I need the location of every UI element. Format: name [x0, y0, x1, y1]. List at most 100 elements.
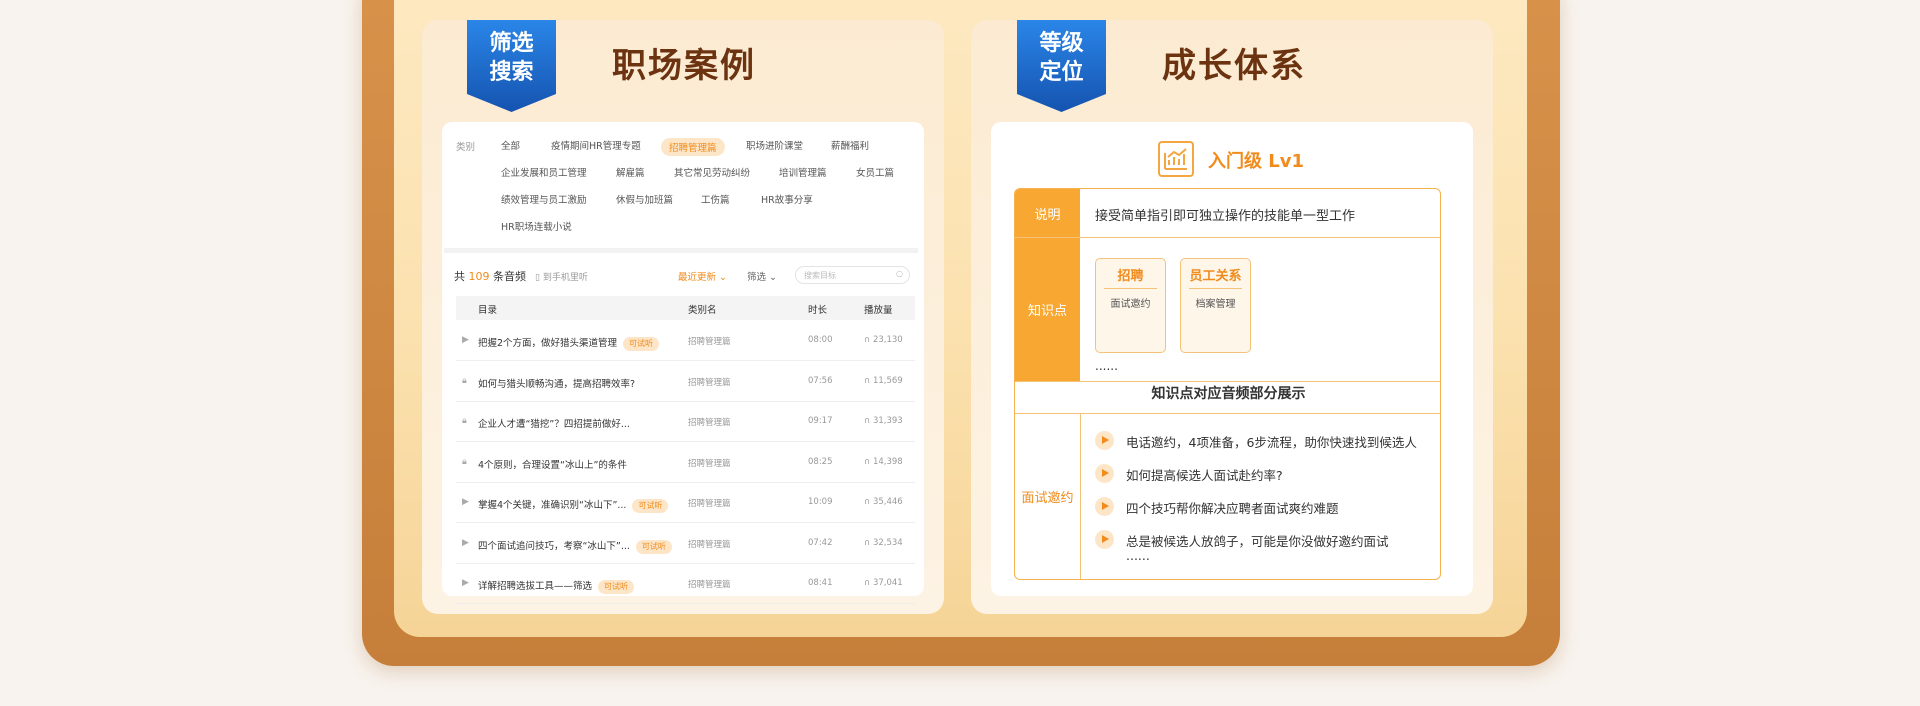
card-sub: 档案管理 — [1195, 299, 1236, 310]
card-title: 员工关系 — [1189, 265, 1242, 289]
ribbon-line-2: 搜索 — [489, 60, 534, 85]
col-header-plays: 播放量 — [864, 305, 893, 316]
row-plays: ∩ 37,041 — [864, 578, 903, 588]
growth-chart-icon — [1158, 141, 1194, 177]
filter-search-ribbon: 筛选 搜索 — [467, 20, 556, 112]
row-plays: ∩ 11,569 — [864, 375, 903, 386]
row-category: 招聘管理篇 — [688, 337, 731, 347]
chevron-down-icon: ⌄ — [719, 272, 728, 283]
chevron-down-icon: ⌄ — [769, 272, 778, 283]
level-table: 说明 接受简单指引即可独立操作的技能单一型工作 知识点 招聘 面试邀约 员工关系… — [1014, 188, 1441, 580]
listen-on-phone-link[interactable]: ▯ 到手机里听 — [535, 270, 588, 283]
headphone-icon: ∩ — [864, 375, 871, 386]
divider — [1015, 381, 1440, 382]
category-filter[interactable]: HR故事分享 — [761, 192, 813, 206]
row-category: 招聘管理篇 — [688, 539, 731, 550]
col-header-category: 类别名 — [688, 305, 717, 316]
row-plays: ∩ 14,398 — [864, 456, 903, 467]
category-filter[interactable]: 其它常见劳动纠纷 — [674, 165, 750, 179]
category-filter[interactable]: 工伤篇 — [701, 192, 730, 206]
play-circle-icon — [1095, 497, 1114, 516]
table-row[interactable]: ▶ 详解招聘选拔工具——筛选 可试听 招聘管理篇 08:41 ∩ 37,041 — [456, 563, 915, 604]
row-category: 招聘管理篇 — [688, 458, 731, 469]
audio-title: 四个技巧帮你解决应聘者面试爽约难题 — [1126, 501, 1339, 516]
table-header: 目录 类别名 时长 播放量 — [456, 296, 915, 320]
audio-section-header: 知识点对应音频部分展示 — [1151, 386, 1306, 402]
ellipsis: ...... — [1095, 359, 1118, 373]
try-listen-badge: 可试听 — [635, 539, 672, 554]
category-filter[interactable]: 疫情期间HR管理专题 — [551, 138, 641, 152]
category-filter[interactable]: 职场进阶课堂 — [746, 138, 803, 152]
knowledge-card-relations[interactable]: 员工关系 档案管理 — [1180, 258, 1251, 353]
headphone-icon: ∩ — [864, 578, 871, 588]
category-filter[interactable]: 女员工篇 — [856, 165, 894, 179]
lock-icon: 🔒︎ — [462, 456, 467, 467]
category-filter[interactable]: 全部 — [501, 138, 520, 152]
filter-dropdown[interactable]: 筛选 ⌄ — [747, 269, 777, 283]
lock-icon: 🔒︎ — [462, 416, 467, 426]
audio-label: 面试邀约 — [1015, 414, 1081, 579]
category-filter[interactable]: 薪酬福利 — [831, 138, 869, 152]
audio-ellipsis: ...... — [1126, 548, 1150, 563]
play-icon[interactable]: ▶ — [462, 497, 469, 507]
search-input[interactable]: 搜索目标 ○ — [795, 266, 910, 284]
row-duration: 08:41 — [808, 578, 833, 588]
row-duration: 08:25 — [808, 456, 833, 467]
knowledge-label: 知识点 — [1015, 238, 1080, 381]
row-title: 把握2个方面，做好猎头渠道管理 可试听 — [478, 335, 660, 351]
search-icon: ○ — [896, 269, 903, 278]
audio-count: 共 109 条音频 — [454, 270, 526, 283]
table-row[interactable]: ▶ 四个面试追问技巧，考察“冰山下”... 可试听 招聘管理篇 07:42 ∩ 32,53… — [456, 523, 915, 564]
play-icon[interactable]: ▶ — [462, 578, 469, 588]
table-row[interactable]: 🔒︎ 4个原则，合理设置“冰山上”的条件 招聘管理篇 08:25 ∩ 14,398 — [456, 442, 915, 483]
level-label: 入门级 Lv1 — [1208, 151, 1304, 172]
category-filter[interactable]: HR职场连载小说 — [501, 219, 572, 233]
ribbon-line-2: 定位 — [1039, 60, 1084, 85]
category-filter[interactable]: 绩效管理与员工激励 — [501, 192, 587, 206]
row-title: 详解招聘选拔工具——筛选 可试听 — [478, 578, 635, 594]
lock-icon: 🔒︎ — [462, 375, 467, 386]
desc-text: 接受简单指引即可独立操作的技能单一型工作 — [1095, 209, 1356, 224]
table-row[interactable]: ▶ 把握2个方面，做好猎头渠道管理 可试听 招聘管理篇 08:00 ∩ 23,130 — [456, 320, 915, 361]
row-title: 掌握4个关键，准确识别“冰山下”... 可试听 — [478, 497, 669, 513]
table-row[interactable]: ▶ 掌握4个关键，准确识别“冰山下”... 可试听 招聘管理篇 10:09 ∩ 35,44… — [456, 482, 915, 523]
desc-label: 说明 — [1015, 189, 1080, 237]
try-listen-badge: 可试听 — [623, 337, 660, 351]
knowledge-card-recruit[interactable]: 招聘 面试邀约 — [1095, 258, 1166, 353]
row-duration: 08:00 — [808, 335, 833, 345]
category-filter[interactable]: 招聘管理篇 — [661, 138, 725, 156]
row-category: 招聘管理篇 — [688, 499, 731, 509]
card-sub: 面试邀约 — [1110, 299, 1151, 310]
play-icon[interactable]: ▶ — [462, 335, 469, 345]
audio-title: 电话邀约，4项准备，6步流程，助你快速找到候选人 — [1126, 435, 1417, 450]
divider — [444, 248, 918, 253]
row-category: 招聘管理篇 — [688, 580, 731, 590]
category-filter[interactable]: 培训管理篇 — [779, 165, 827, 179]
headphone-icon: ∩ — [864, 335, 871, 345]
play-circle-icon — [1095, 530, 1114, 549]
card-title: 招聘 — [1104, 265, 1157, 289]
category-label: 类别 — [456, 142, 476, 153]
sort-dropdown[interactable]: 最近更新 ⌄ — [678, 269, 727, 283]
row-category: 招聘管理篇 — [688, 377, 731, 388]
ribbon-line-1: 等级 — [1039, 31, 1084, 56]
category-filter[interactable]: 解雇篇 — [616, 165, 645, 179]
row-plays: ∩ 35,446 — [864, 497, 903, 507]
row-title: 企业人才遭“猎挖”？四招提前做好... — [478, 419, 630, 430]
row-title: 4个原则，合理设置“冰山上”的条件 — [478, 459, 627, 471]
row-plays: ∩ 23,130 — [864, 335, 903, 345]
play-circle-icon — [1095, 464, 1114, 483]
audio-title: 总是被候选人放鸽子，可能是你没做好邀约面试 — [1126, 534, 1389, 549]
phone-icon: ▯ — [535, 273, 540, 283]
panel-title: 职场案例 — [612, 46, 756, 86]
try-listen-badge: 可试听 — [632, 499, 669, 513]
table-row[interactable]: 🔒︎ 如何与猎头顺畅沟通，提高招聘效率? 招聘管理篇 07:56 ∩ 11,569 — [456, 361, 915, 402]
category-filter[interactable]: 休假与加班篇 — [616, 192, 673, 206]
panel-title: 成长体系 — [1162, 46, 1306, 86]
category-filter[interactable]: 企业发展和员工管理 — [501, 165, 587, 179]
headphone-icon: ∩ — [864, 537, 871, 548]
play-icon[interactable]: ▶ — [462, 538, 469, 548]
row-plays: ∩ 31,393 — [864, 416, 903, 426]
table-row[interactable]: 🔒︎ 企业人才遭“猎挖”？四招提前做好... 招聘管理篇 09:17 ∩ 31,393 — [456, 401, 915, 442]
audio-title: 如何提高候选人面试赴约率? — [1126, 468, 1283, 483]
